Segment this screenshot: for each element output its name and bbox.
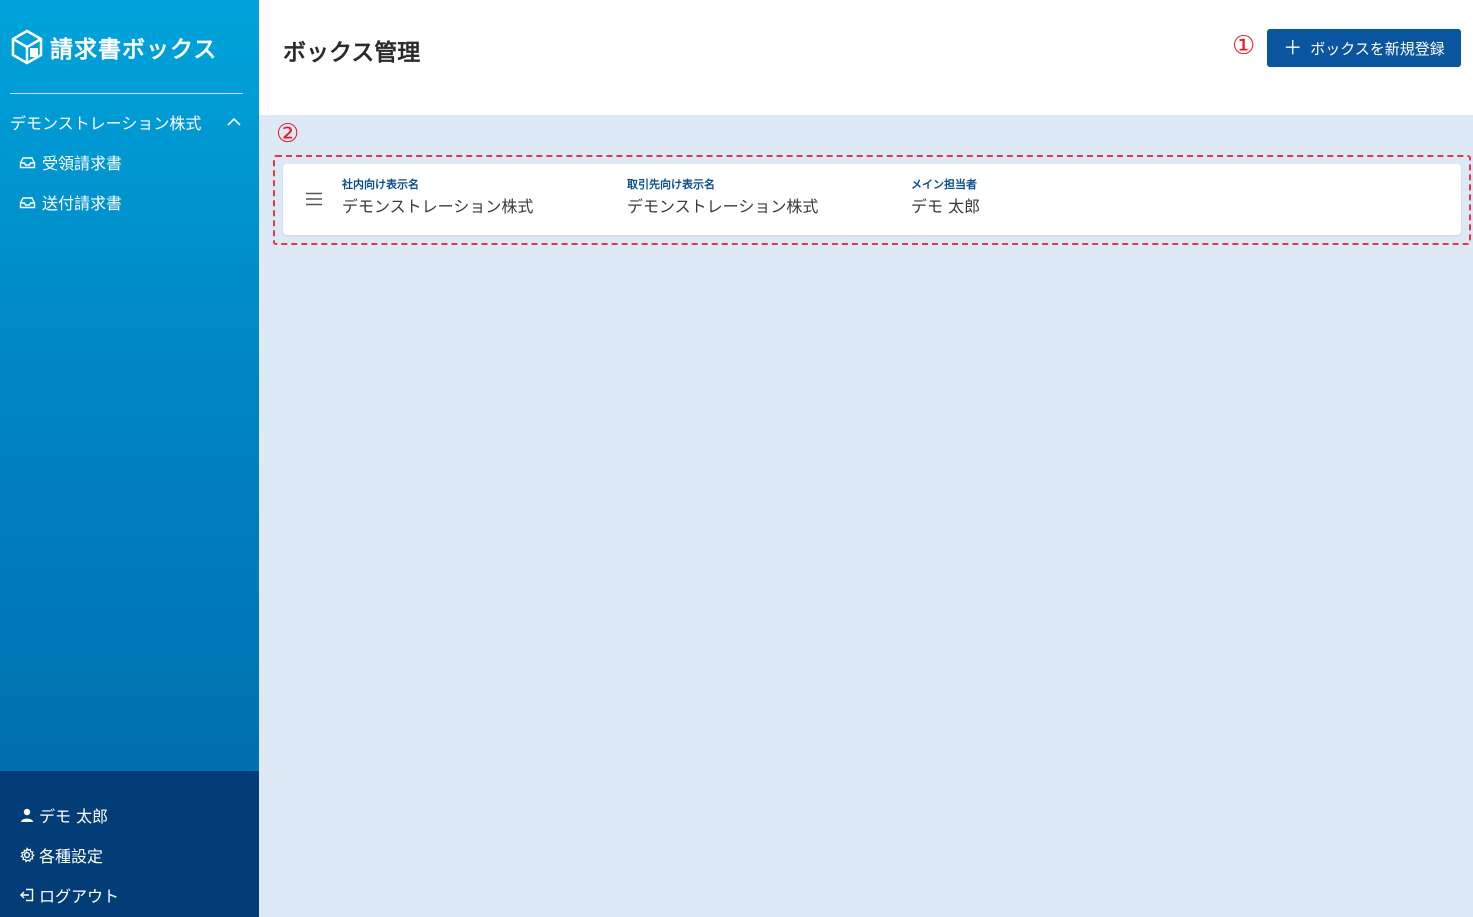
sidebar-item-received-invoices[interactable]: 受領請求書 — [19, 150, 122, 174]
logout-label: ログアウト — [39, 887, 120, 906]
logout-link[interactable]: ログアウト — [19, 883, 119, 907]
drag-handle-icon[interactable] — [305, 190, 323, 208]
user-menu[interactable]: デモ 太郎 — [19, 803, 108, 827]
settings-label: 各種設定 — [39, 847, 104, 866]
sidebar-item-sent-invoices[interactable]: 送付請求書 — [19, 190, 122, 214]
company-switcher[interactable]: デモンストレーション株式 — [10, 110, 242, 134]
main-contact-label: メイン担当者 — [911, 178, 977, 191]
sidebar: 請求書ボックス デモンストレーション株式 受領請求書 送付請求書 デモ 太郎 各… — [0, 0, 259, 917]
internal-name-column: 社内向け表示名 デモンストレーション株式 — [342, 178, 533, 217]
partner-name-label: 取引先向け表示名 — [627, 178, 715, 191]
sidebar-item-label: 送付請求書 — [42, 194, 123, 213]
main-contact-value: デモ 太郎 — [911, 197, 981, 216]
box-list-item[interactable]: 社内向け表示名 デモンストレーション株式 取引先向け表示名 デモンストレーション… — [283, 164, 1461, 235]
settings-link[interactable]: 各種設定 — [19, 843, 103, 867]
chevron-up-icon — [227, 117, 241, 126]
annotation-marker-2: ② — [276, 119, 300, 149]
partner-name-value: デモンストレーション株式 — [627, 197, 819, 216]
gear-icon — [20, 847, 35, 863]
logout-icon — [20, 888, 34, 902]
add-box-button[interactable]: ＋ ボックスを新規登録 — [1267, 29, 1461, 67]
page-title: ボックス管理 — [283, 40, 421, 66]
inbox-icon — [19, 196, 36, 208]
main-contact-column: メイン担当者 デモ 太郎 — [911, 178, 980, 217]
internal-name-value: デモンストレーション株式 — [342, 197, 534, 216]
sidebar-footer: デモ 太郎 各種設定 ログアウト — [0, 771, 259, 917]
inbox-icon — [19, 156, 36, 168]
logo-icon — [11, 29, 43, 65]
internal-name-label: 社内向け表示名 — [342, 178, 419, 191]
plus-icon: ＋ — [1283, 36, 1303, 59]
add-box-label: ボックスを新規登録 — [1310, 39, 1445, 58]
user-name: デモ 太郎 — [39, 807, 109, 826]
user-icon — [21, 808, 33, 822]
app-logo[interactable]: 請求書ボックス — [11, 29, 217, 65]
sidebar-divider — [10, 93, 243, 94]
partner-name-column: 取引先向け表示名 デモンストレーション株式 — [627, 178, 818, 217]
logo-text: 請求書ボックス — [50, 37, 218, 63]
page-header: ボックス管理 ① ＋ ボックスを新規登録 — [259, 0, 1473, 115]
annotation-marker-1: ① — [1232, 31, 1256, 61]
sidebar-item-label: 受領請求書 — [42, 154, 123, 173]
company-name: デモンストレーション株式 — [10, 114, 202, 133]
